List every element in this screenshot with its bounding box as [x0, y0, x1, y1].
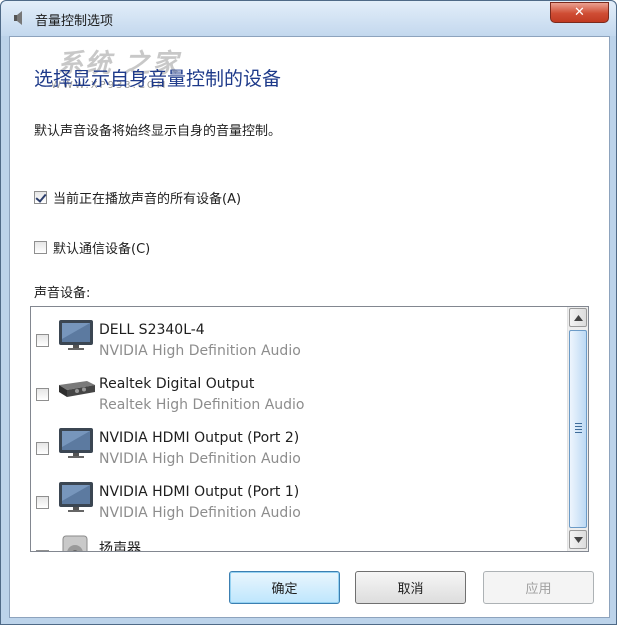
device-name: NVIDIA HDMI Output (Port 2)	[99, 430, 300, 446]
device-checkbox[interactable]	[36, 334, 49, 347]
speaker-icon	[62, 535, 88, 551]
scroll-down-button[interactable]	[569, 530, 587, 549]
digital-output-icon	[59, 381, 95, 397]
device-name: DELL S2340L-4	[99, 322, 205, 338]
scroll-up-button[interactable]	[569, 308, 587, 327]
default-communication-label[interactable]: 默认通信设备(C)	[53, 238, 150, 257]
title-bar[interactable]: 音量控制选项 ✕	[1, 1, 616, 36]
option-default-communication[interactable]: 默认通信设备(C)	[34, 238, 150, 257]
list-scrollbar[interactable]	[567, 307, 588, 551]
page-heading: 选择显示自身音量控制的设备	[34, 68, 282, 90]
option-all-playing-devices[interactable]: 当前正在播放声音的所有设备(A)	[34, 188, 241, 207]
all-devices-label[interactable]: 当前正在播放声音的所有设备(A)	[53, 188, 241, 207]
list-item[interactable]: Realtek Digital Output Realtek High Defi…	[31, 366, 567, 420]
scroll-thumb[interactable]	[569, 330, 587, 528]
ok-button[interactable]: 确定	[229, 571, 340, 604]
cancel-button[interactable]: 取消	[355, 571, 466, 604]
list-item[interactable]: 扬声器	[31, 528, 567, 552]
list-item[interactable]: DELL S2340L-4 NVIDIA High Definition Aud…	[31, 312, 567, 366]
device-name: NVIDIA HDMI Output (Port 1)	[99, 484, 300, 500]
device-driver: NVIDIA High Definition Audio	[99, 451, 301, 467]
arrow-down-icon	[573, 536, 583, 543]
device-driver: NVIDIA High Definition Audio	[99, 343, 301, 359]
list-item[interactable]: NVIDIA HDMI Output (Port 2) NVIDIA High …	[31, 420, 567, 474]
device-name: 扬声器	[99, 541, 141, 552]
device-name: Realtek Digital Output	[99, 376, 255, 392]
sound-devices-list[interactable]: DELL S2340L-4 NVIDIA High Definition Aud…	[30, 306, 589, 552]
device-checkbox[interactable]	[36, 496, 49, 509]
device-checkbox[interactable]	[36, 550, 49, 551]
arrow-up-icon	[573, 314, 583, 321]
apply-button[interactable]: 应用	[483, 571, 594, 604]
default-communication-checkbox[interactable]	[34, 241, 47, 254]
device-driver: Realtek High Definition Audio	[99, 397, 305, 413]
description-text: 默认声音设备将始终显示自身的音量控制。	[34, 124, 282, 139]
speaker-icon	[14, 11, 22, 25]
volume-options-window: 音量控制选项 ✕ 系统 之家 WWW.XP933.COM 选择显示自身音量控制的…	[0, 0, 617, 625]
grip-icon	[575, 423, 582, 435]
monitor-icon	[59, 320, 93, 350]
device-checkbox[interactable]	[36, 442, 49, 455]
device-checkbox[interactable]	[36, 388, 49, 401]
monitor-icon	[59, 428, 93, 458]
devices-title: 声音设备:	[34, 286, 91, 301]
close-icon: ✕	[574, 5, 585, 20]
monitor-icon	[59, 482, 93, 512]
close-button[interactable]: ✕	[550, 2, 609, 23]
list-item[interactable]: NVIDIA HDMI Output (Port 1) NVIDIA High …	[31, 474, 567, 528]
all-devices-checkbox[interactable]	[34, 191, 47, 204]
window-title: 音量控制选项	[35, 14, 114, 29]
device-driver: NVIDIA High Definition Audio	[99, 505, 301, 521]
